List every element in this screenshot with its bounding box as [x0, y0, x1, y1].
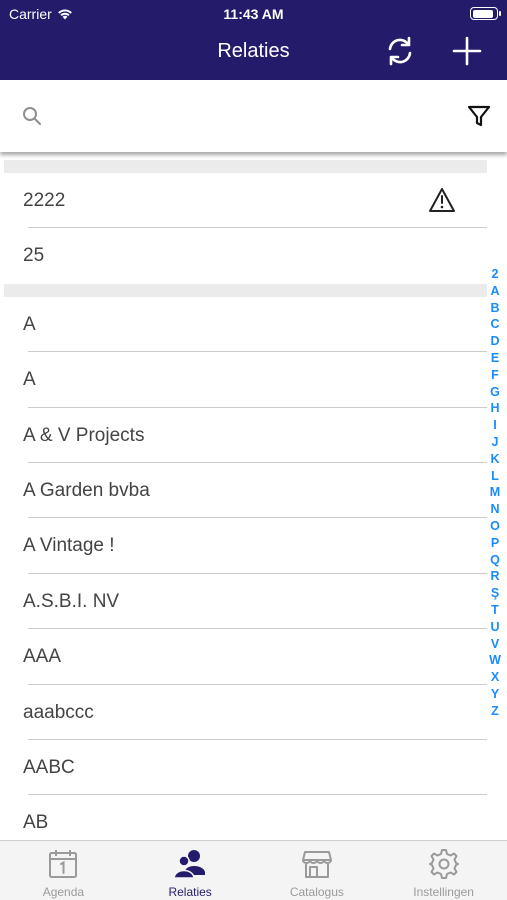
index-letter[interactable]: I [493, 417, 496, 434]
search-bar [0, 80, 507, 152]
index-letter[interactable]: A [490, 283, 499, 300]
sync-icon [388, 36, 412, 66]
list-item[interactable]: A Garden bvba [0, 463, 507, 519]
list-item[interactable]: 25 [0, 228, 507, 283]
list-item[interactable]: A Vintage ! [0, 518, 507, 574]
alphabet-index[interactable]: 2ABCDEFGHIJKLMNOPQRŞTUVWXYZ [487, 266, 503, 720]
filter-icon[interactable] [465, 102, 493, 130]
index-letter[interactable]: U [490, 619, 499, 636]
status-time: 11:43 AM [223, 6, 284, 22]
section-header [4, 283, 487, 297]
tab-instellingen[interactable]: Instellingen [380, 841, 507, 900]
battery-icon [470, 7, 501, 20]
list-item-label: A & V Projects [23, 424, 145, 446]
list-item-label: 25 [23, 245, 45, 267]
status-bar: Carrier 11:43 AM [0, 0, 507, 28]
tab-agenda[interactable]: Agenda [0, 841, 127, 900]
index-letter[interactable]: T [491, 602, 499, 619]
section-header [4, 160, 487, 173]
index-letter[interactable]: D [490, 333, 499, 350]
store-icon [300, 847, 334, 881]
list-item[interactable]: aaabccc [0, 685, 507, 740]
list-item[interactable]: AAA [0, 629, 507, 685]
list-item-label: aaabccc [23, 701, 94, 723]
index-letter[interactable]: K [490, 451, 499, 468]
battery-fill [472, 9, 493, 18]
index-letter[interactable]: Z [491, 703, 499, 720]
list-item-label: 2222 [23, 190, 66, 211]
index-letter[interactable]: N [490, 501, 499, 518]
index-letter[interactable]: F [491, 367, 499, 384]
index-letter[interactable]: E [491, 350, 499, 367]
list-item-label: A Vintage ! [23, 535, 115, 557]
index-letter[interactable]: V [491, 636, 499, 653]
index-letter[interactable]: 2 [492, 266, 499, 283]
people-icon [173, 847, 207, 881]
sync-button[interactable] [382, 33, 418, 69]
index-letter[interactable]: Ş [491, 585, 499, 602]
tab-bar: Agenda Relaties Catalogus Instellingen [0, 840, 507, 900]
top-bar: Carrier 11:43 AM Relaties [0, 0, 507, 80]
index-letter[interactable]: W [489, 652, 501, 669]
plus-icon [452, 36, 482, 66]
list-item-label: AABC [23, 756, 75, 778]
list-item[interactable]: AB [0, 795, 507, 840]
calendar-icon [46, 847, 80, 881]
warning-icon [429, 188, 455, 212]
list-item[interactable]: A.S.B.I. NV [0, 574, 507, 630]
list-item-label: AAA [23, 646, 62, 668]
search-icon [23, 107, 41, 125]
tab-label: Relaties [168, 885, 212, 899]
search-input[interactable] [52, 100, 442, 132]
index-letter[interactable]: P [491, 535, 499, 552]
tab-catalogus[interactable]: Catalogus [254, 841, 381, 900]
index-letter[interactable]: M [490, 484, 500, 501]
tab-label: Agenda [42, 885, 85, 899]
tab-label: Catalogus [289, 885, 344, 899]
index-letter[interactable]: G [490, 384, 500, 401]
list-item-label: A [23, 369, 36, 391]
index-letter[interactable]: X [491, 669, 499, 686]
list-item[interactable]: 2222 [0, 173, 507, 229]
gear-icon [427, 847, 461, 881]
list-item[interactable]: A & V Projects [0, 408, 507, 463]
list-item[interactable]: AABC [0, 740, 507, 796]
index-letter[interactable]: O [490, 518, 500, 535]
relations-list: 2222 25 A A A & V Projects A Garden bvba… [0, 160, 507, 840]
list-item-label: A.S.B.I. NV [23, 590, 120, 612]
list-item-label: A [23, 313, 36, 335]
tab-label: Instellingen [413, 885, 474, 899]
index-letter[interactable]: L [491, 468, 499, 485]
list-item-label: AB [23, 812, 49, 834]
index-letter[interactable]: Y [491, 686, 499, 703]
index-letter[interactable]: Q [490, 552, 500, 569]
add-button[interactable] [449, 33, 485, 69]
index-letter[interactable]: C [490, 316, 499, 333]
list-item-label: A Garden bvba [23, 479, 150, 501]
list-item[interactable]: A [0, 297, 507, 353]
index-letter[interactable]: J [492, 434, 499, 451]
index-letter[interactable]: R [490, 568, 499, 585]
list-item[interactable]: A [0, 352, 507, 408]
page-title: Relaties [217, 40, 290, 62]
index-letter[interactable]: H [490, 400, 499, 417]
tab-relaties[interactable]: Relaties [127, 841, 254, 900]
index-letter[interactable]: B [490, 300, 499, 317]
